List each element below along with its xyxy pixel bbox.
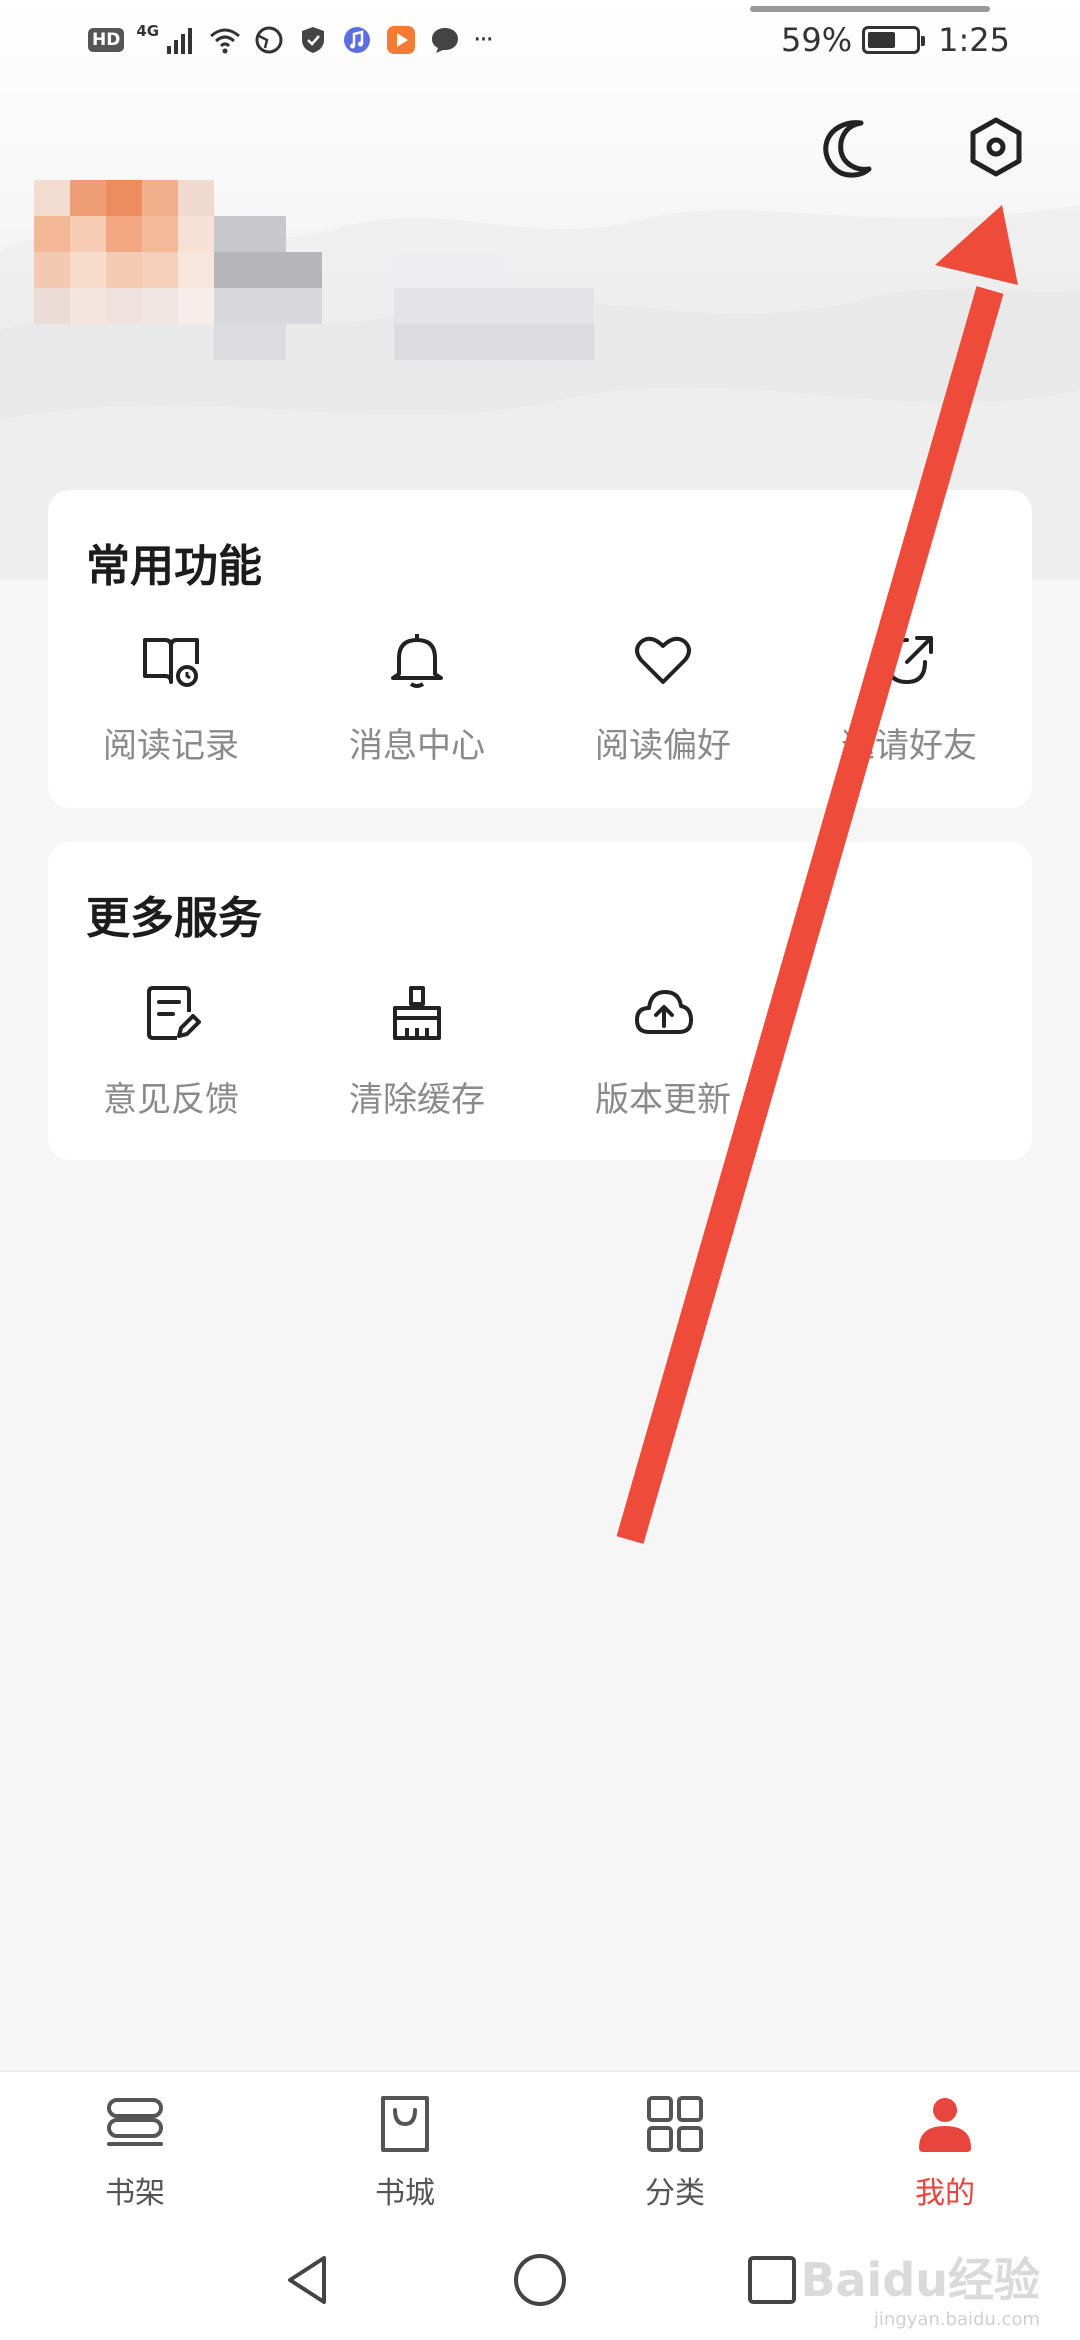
category-label: 分类 [645,2176,705,2211]
user-icon [919,2098,971,2152]
status-bar: HD 4G ··· 59% 1:25 [0,0,1080,80]
more-services-card: 更多服务 意见反馈 清除缓存 版本更新 [48,842,1032,1160]
heart-icon [635,636,691,684]
battery-icon [862,26,926,54]
nav-tab-bookstore[interactable]: 书城 [325,2092,485,2212]
reading-preference-label: 阅读偏好 [595,726,731,766]
message-bubble-icon [432,28,459,53]
share-icon [884,636,933,685]
home-circle-icon[interactable] [510,2250,570,2310]
grid-item-version-update[interactable]: 版本更新 [540,982,786,1142]
bottom-navigation: 书架 书城 分类 我的 [0,2070,1080,2220]
invite-friends-label: 邀请好友 [841,726,977,766]
reading-history-label: 阅读记录 [103,726,239,766]
cloud-upload-icon [635,990,693,1034]
grid-item-reading-preference[interactable]: 阅读偏好 [540,628,786,788]
message-center-label: 消息中心 [349,726,485,766]
shield-icon [302,27,325,53]
nav-tab-category[interactable]: 分类 [595,2092,755,2212]
browser-globe-icon [255,26,283,54]
wifi-icon [210,28,241,54]
version-update-label: 版本更新 [595,1080,731,1120]
network-type: 4G [136,22,160,40]
grid-item-reading-history[interactable]: 阅读记录 [48,628,294,788]
settings-button[interactable] [961,112,1031,182]
bookshelf-label: 书架 [105,2176,165,2211]
user-profile-mosaic[interactable] [34,180,594,360]
username-blurred [214,216,594,360]
battery-percent: 59% [781,21,853,59]
grid-item-clear-cache[interactable]: 清除缓存 [294,982,540,1142]
bell-icon [391,634,443,688]
book-history-icon [143,638,199,687]
recents-square-icon[interactable] [742,2250,802,2310]
bookstore-label: 书城 [375,2176,435,2211]
mine-label: 我的 [915,2176,975,2211]
avatar [34,180,214,360]
battery-level-fill [868,32,896,48]
broom-icon [393,986,441,1040]
baidu-watermark: Baidu经验 [800,2253,1040,2307]
feedback-edit-icon [147,986,201,1040]
top-indicator-line [750,6,990,12]
nav-tab-mine[interactable]: 我的 [865,2092,1025,2212]
bookshelf-icon [107,2098,163,2146]
music-app-icon [344,27,371,53]
back-triangle-icon[interactable] [278,2250,338,2310]
status-right-group: 59% 1:25 [781,18,1010,62]
night-mode-button[interactable] [818,112,888,182]
grid-item-invite-friends[interactable]: 邀请好友 [786,628,1032,788]
video-app-icon [387,26,416,54]
grid-item-message-center[interactable]: 消息中心 [294,628,540,788]
moon-icon [823,120,872,178]
common-functions-title: 常用功能 [86,541,262,592]
common-functions-card: 常用功能 阅读记录 消息中心 阅读偏好 邀请好友 [48,490,1032,808]
baidu-watermark-url: jingyan.baidu.com [873,2309,1040,2330]
hd-badge: HD [88,28,125,52]
nav-tab-bookshelf[interactable]: 书架 [55,2092,215,2212]
clock-time: 1:25 [938,21,1010,59]
feedback-label: 意见反馈 [103,1080,239,1120]
status-left-group: HD 4G ··· [88,20,494,60]
category-grid-icon [647,2096,703,2152]
signal-icon [167,28,193,54]
grid-item-feedback[interactable]: 意见反馈 [48,982,294,1142]
bookstore-bag-icon [381,2096,429,2152]
system-navigation-bar: Baidu经验 jingyan.baidu.com [0,2220,1080,2340]
clear-cache-label: 清除缓存 [349,1080,485,1120]
settings-hexagon-icon [970,117,1022,177]
more-notifications-indicator: ··· [473,25,494,55]
more-services-title: 更多服务 [86,893,262,944]
